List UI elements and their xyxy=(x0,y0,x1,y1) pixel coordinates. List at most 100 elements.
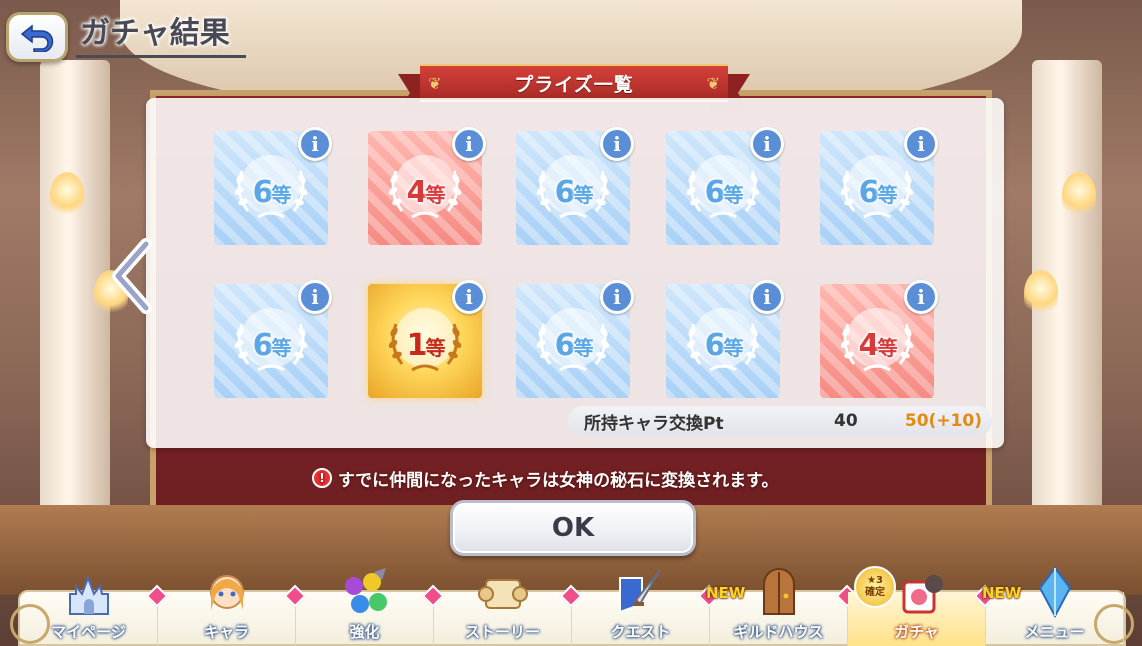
prize-rank-number: 6 xyxy=(252,328,274,363)
points-label: 所持キャラ交換Pt xyxy=(584,413,724,434)
prize-rank-number: 6 xyxy=(554,175,576,210)
back-arrow-icon xyxy=(20,24,54,52)
prize-medal: 6等 xyxy=(228,302,314,380)
prize-rank-unit: 等 xyxy=(573,336,593,360)
fleur-ornament-icon: ❦ xyxy=(428,74,442,93)
prize-rank-number: 6 xyxy=(858,175,880,210)
sword-shield-icon xyxy=(612,564,670,622)
prize-medal: 4等 xyxy=(382,149,468,227)
prize-medal: 6等 xyxy=(530,149,616,227)
door-icon xyxy=(750,564,808,622)
prize-rank-label: 6等 xyxy=(530,328,616,363)
prize-tile-blue: 6等 i xyxy=(516,127,634,245)
gems-icon xyxy=(336,564,394,622)
nav-label: ガチャ xyxy=(894,623,939,641)
nav-label: キャラ xyxy=(203,623,249,641)
info-button[interactable]: i xyxy=(904,280,938,314)
ok-button[interactable]: OK xyxy=(450,500,696,556)
nav-label: マイページ xyxy=(51,623,126,641)
banner-title: プライズ一覧 xyxy=(420,64,728,102)
prize-rank-number: 1 xyxy=(406,328,428,363)
prize-rank-label: 1等 xyxy=(382,328,468,363)
prize-rank-number: 6 xyxy=(704,175,726,210)
nav-item-gems[interactable]: 強化 xyxy=(296,568,445,646)
alert-icon: ! xyxy=(312,468,332,488)
prize-medal: 6等 xyxy=(228,149,314,227)
nav-item-crystal[interactable]: NEW メニュー xyxy=(982,566,1124,646)
nav-item-sword-shield[interactable]: クエスト xyxy=(572,569,721,646)
prize-rank-unit: 等 xyxy=(877,336,897,360)
points-current: 40 xyxy=(834,411,858,431)
info-button[interactable]: i xyxy=(904,127,938,161)
back-button[interactable] xyxy=(6,12,68,62)
character-icon xyxy=(198,564,256,622)
prize-rank-number: 6 xyxy=(554,328,576,363)
prize-tile-blue: 6等 i xyxy=(214,280,332,398)
points-after: 50(+10) xyxy=(904,411,982,431)
prize-medal: 6等 xyxy=(680,149,766,227)
prize-rank-label: 6等 xyxy=(228,175,314,210)
info-button[interactable]: i xyxy=(452,127,486,161)
prev-page-arrow[interactable] xyxy=(108,238,158,314)
prize-rank-unit: 等 xyxy=(271,183,291,207)
nav-item-character[interactable]: キャラ xyxy=(158,575,307,646)
info-button[interactable]: i xyxy=(750,280,784,314)
nav-label: 強化 xyxy=(349,623,380,641)
lamp-left-icon xyxy=(50,172,84,218)
info-button[interactable]: i xyxy=(750,127,784,161)
prize-rank-number: 6 xyxy=(252,175,274,210)
guaranteed-3star-badge: ★3 確定 xyxy=(854,566,896,608)
page-title: ガチャ結果 xyxy=(76,14,246,58)
prize-rank-unit: 等 xyxy=(877,183,897,207)
prize-tile-red: 4等 i xyxy=(820,280,938,398)
prize-medal: 6等 xyxy=(680,302,766,380)
info-button[interactable]: i xyxy=(298,280,332,314)
conversion-notice: ! すでに仲間になったキャラは女神の秘石に変換されます。 xyxy=(312,466,779,491)
prize-rank-unit: 等 xyxy=(271,336,291,360)
prize-medal: 6等 xyxy=(834,149,920,227)
info-button[interactable]: i xyxy=(600,127,634,161)
nav-item-scroll[interactable]: ストーリー xyxy=(434,579,583,646)
prize-medal: 6等 xyxy=(530,302,616,380)
nav-item-gacha[interactable]: ★3 確定ガチャ xyxy=(848,566,997,646)
lamp-right-lower-icon xyxy=(1024,270,1058,316)
notice-text: すでに仲間になったキャラは女神の秘石に変換されます。 xyxy=(338,470,779,491)
prize-rank-label: 6等 xyxy=(680,175,766,210)
prize-tile-red: 4等 i xyxy=(368,127,486,245)
chevron-left-icon xyxy=(112,238,152,314)
info-button[interactable]: i xyxy=(452,280,486,314)
badge-guaranteed-text: 確定 xyxy=(865,587,885,598)
badge-star-text: ★3 xyxy=(867,575,883,586)
prize-rank-label: 4等 xyxy=(834,328,920,363)
new-badge: NEW xyxy=(982,584,1022,602)
nav-label: クエスト xyxy=(610,623,671,641)
new-badge: NEW xyxy=(706,584,746,602)
bottom-nav: マイページ キャラ 強化 ストーリー クエスト NEW ギルドハウス ★3 確定 ガチャ NEW メニ… xyxy=(10,566,1134,646)
prize-tile-blue: 6等 i xyxy=(666,280,784,398)
nav-item-castle[interactable]: マイページ xyxy=(20,575,169,646)
prize-tile-blue: 6等 i xyxy=(214,127,332,245)
prize-tile-blue: 6等 i xyxy=(666,127,784,245)
prize-rank-label: 6等 xyxy=(530,175,616,210)
prize-medal: 1等 xyxy=(382,302,468,380)
exchange-points-bar: 所持キャラ交換Pt 40 50(+10) xyxy=(568,406,992,436)
prize-rank-label: 6等 xyxy=(834,175,920,210)
prize-rank-unit: 等 xyxy=(723,183,743,207)
info-button[interactable]: i xyxy=(600,280,634,314)
crystal-icon xyxy=(1026,564,1084,622)
prize-rank-label: 6等 xyxy=(680,328,766,363)
gacha-icon xyxy=(888,564,946,622)
prize-tile-blue: 6等 i xyxy=(516,280,634,398)
prize-rank-label: 6等 xyxy=(228,328,314,363)
prize-rank-unit: 等 xyxy=(425,183,445,207)
prize-rank-unit: 等 xyxy=(723,336,743,360)
prize-rank-unit: 等 xyxy=(573,183,593,207)
prize-rank-label: 4等 xyxy=(382,175,468,210)
lamp-right-icon xyxy=(1062,172,1096,218)
nav-item-door[interactable]: NEW ギルドハウス xyxy=(706,568,859,646)
scroll-icon xyxy=(474,564,532,622)
prize-tile-blue: 6等 i xyxy=(820,127,938,245)
nav-label: ギルドハウス xyxy=(733,623,824,641)
info-button[interactable]: i xyxy=(298,127,332,161)
nav-label: ストーリー xyxy=(464,623,540,641)
